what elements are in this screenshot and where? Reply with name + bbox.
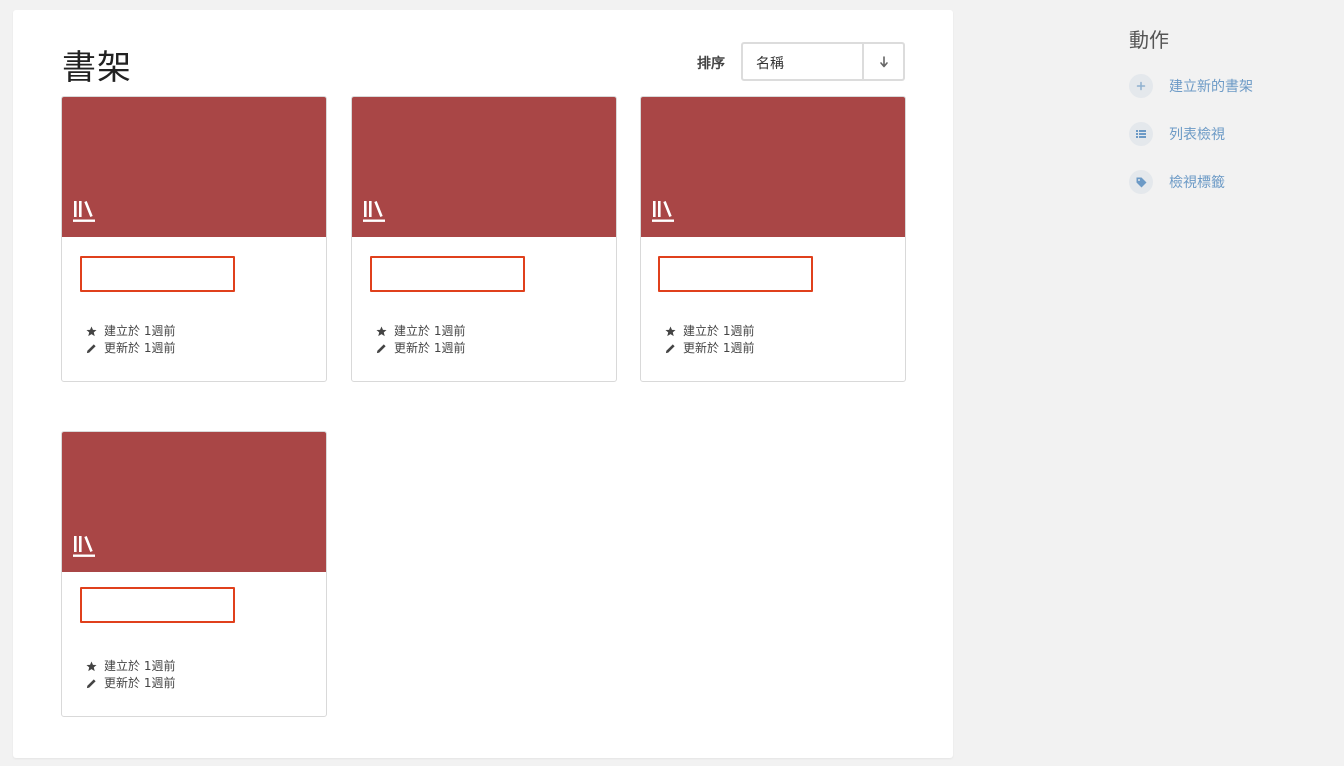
create-shelf-button[interactable]: 建立新的書架 (1129, 74, 1253, 98)
bookshelf-icon (652, 201, 674, 222)
star-icon (665, 326, 676, 337)
shelf-card[interactable]: 建立於 1週前 更新於 1週前 (61, 431, 327, 717)
bookshelf-icon (73, 201, 95, 222)
sort-control: 名稱 (741, 42, 905, 81)
created-text: 建立於 1週前 (683, 324, 755, 338)
shelf-meta: 建立於 1週前 更新於 1週前 (665, 323, 754, 357)
shelf-name[interactable] (370, 256, 525, 292)
shelf-card[interactable]: 建立於 1週前 更新於 1週前 (61, 96, 327, 382)
updated-text: 更新於 1週前 (394, 341, 466, 355)
created-text: 建立於 1週前 (104, 659, 176, 673)
created-text: 建立於 1週前 (104, 324, 176, 338)
star-icon (86, 326, 97, 337)
shelf-cover[interactable] (352, 97, 616, 237)
pencil-icon (376, 344, 386, 354)
pencil-icon (665, 344, 675, 354)
pencil-icon (86, 679, 96, 689)
shelf-cover[interactable] (641, 97, 905, 237)
shelf-name[interactable] (80, 587, 235, 623)
arrow-down-icon (879, 55, 888, 67)
star-icon (86, 661, 97, 672)
shelf-cover[interactable] (62, 97, 326, 237)
page-title: 書架 (62, 48, 132, 88)
updated-text: 更新於 1週前 (683, 341, 755, 355)
list-icon (1129, 122, 1153, 146)
list-view-label: 列表檢視 (1169, 127, 1225, 143)
shelf-card[interactable]: 建立於 1週前 更新於 1週前 (351, 96, 617, 382)
view-tags-label: 檢視標籤 (1169, 175, 1225, 191)
star-icon (376, 326, 387, 337)
updated-text: 更新於 1週前 (104, 676, 176, 690)
pencil-icon (86, 344, 96, 354)
sort-select[interactable]: 名稱 (743, 44, 864, 79)
bookshelf-icon (73, 536, 95, 557)
shelf-card[interactable]: 建立於 1週前 更新於 1週前 (640, 96, 906, 382)
plus-icon (1129, 74, 1153, 98)
sort-label: 排序 (697, 56, 725, 72)
list-view-button[interactable]: 列表檢視 (1129, 122, 1225, 146)
sort-direction-button[interactable] (864, 44, 903, 79)
shelf-name[interactable] (658, 256, 813, 292)
shelf-cover[interactable] (62, 432, 326, 572)
view-tags-button[interactable]: 檢視標籤 (1129, 170, 1225, 194)
shelf-meta: 建立於 1週前 更新於 1週前 (86, 658, 175, 692)
actions-title: 動作 (1129, 28, 1169, 52)
tag-icon (1129, 170, 1153, 194)
shelf-meta: 建立於 1週前 更新於 1週前 (376, 323, 465, 357)
bookshelf-icon (363, 201, 385, 222)
created-text: 建立於 1週前 (394, 324, 466, 338)
updated-text: 更新於 1週前 (104, 341, 176, 355)
create-shelf-label: 建立新的書架 (1169, 79, 1253, 95)
main-panel: 書架 排序 名稱 建立於 1週前 更新於 1週前 建立於 1週前 更新於 1週前… (13, 10, 953, 758)
shelf-name[interactable] (80, 256, 235, 292)
shelf-meta: 建立於 1週前 更新於 1週前 (86, 323, 175, 357)
